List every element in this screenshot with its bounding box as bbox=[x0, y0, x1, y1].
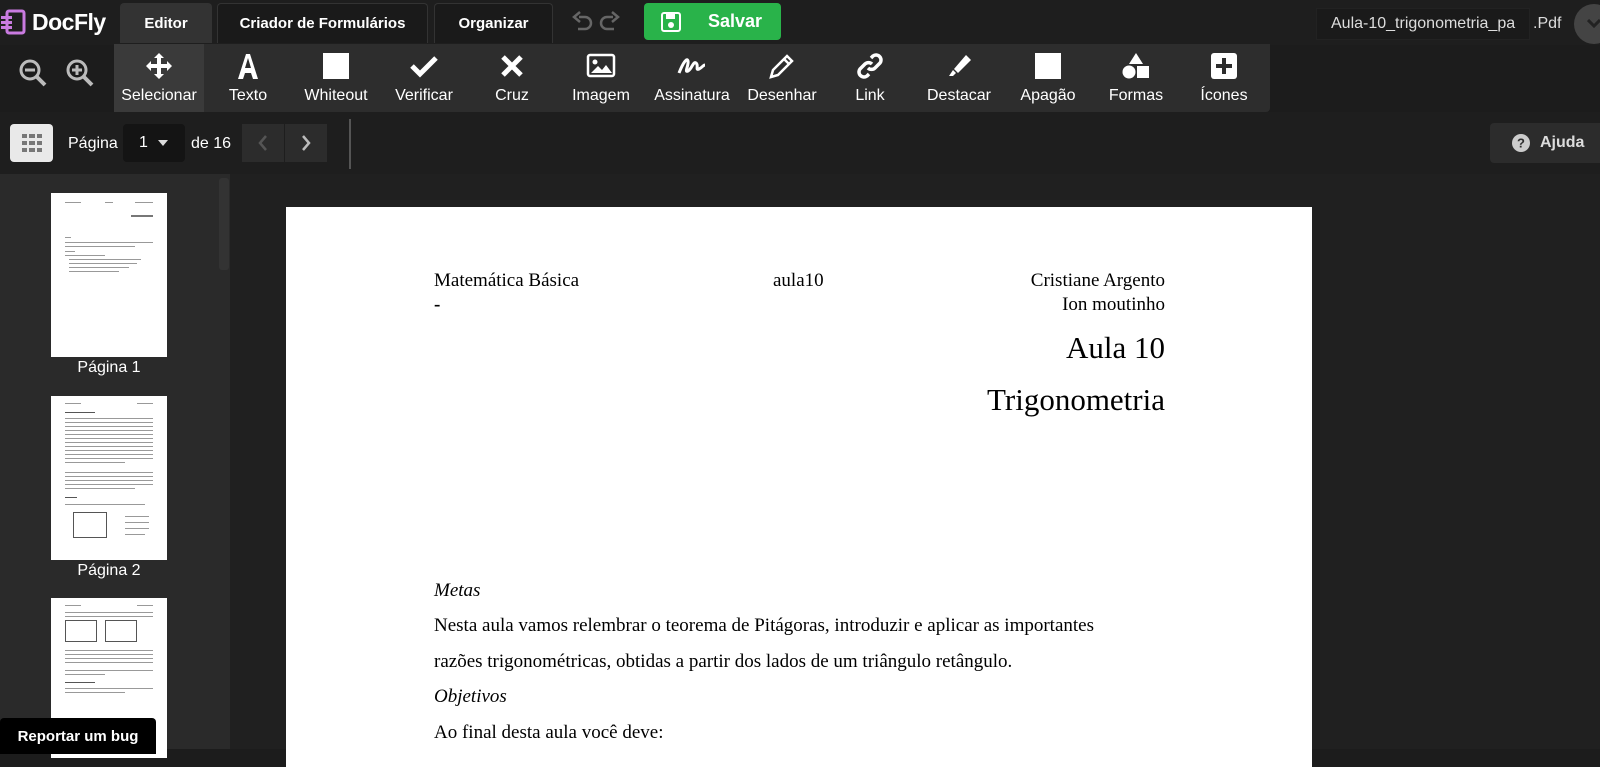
thumbnail-label-2: Página 2 bbox=[77, 562, 141, 579]
move-icon bbox=[146, 53, 172, 79]
help-label: Ajuda bbox=[1540, 134, 1585, 151]
header-center: aula10 bbox=[773, 270, 824, 291]
metas-line-2: razões trigonométricas, obtidas a partir… bbox=[434, 651, 1013, 672]
text-icon bbox=[238, 54, 258, 79]
chevron-left-icon bbox=[258, 135, 267, 151]
tool-highlight[interactable]: Destacar bbox=[914, 44, 1004, 112]
header-left-sub: - bbox=[434, 294, 441, 315]
pencil-icon bbox=[769, 54, 794, 79]
zoom-out-icon[interactable] bbox=[18, 58, 48, 88]
tool-cross[interactable]: Cruz bbox=[468, 44, 556, 112]
tool-check-label: Verificar bbox=[395, 87, 453, 104]
page-label: Página bbox=[68, 135, 118, 152]
zoom-in-icon[interactable] bbox=[65, 58, 95, 88]
page-count: de 16 bbox=[191, 135, 232, 152]
file-extension: .Pdf bbox=[1533, 15, 1562, 32]
tab-organize[interactable]: Organizar bbox=[434, 3, 553, 43]
objetivos-line-1: Ao final desta aula você deve: bbox=[434, 722, 664, 743]
svg-text:?: ? bbox=[1517, 136, 1525, 151]
grid-icon bbox=[21, 134, 42, 152]
tool-draw[interactable]: Desenhar bbox=[738, 44, 826, 112]
image-icon bbox=[586, 53, 616, 78]
tool-icons[interactable]: Ícones bbox=[1180, 44, 1268, 112]
header-right-author-2: Ion moutinho bbox=[1062, 294, 1165, 315]
tool-link[interactable]: Link bbox=[826, 44, 914, 112]
docfly-logo-icon bbox=[1, 9, 26, 35]
chevron-down-icon bbox=[1587, 19, 1600, 29]
prev-page-button[interactable] bbox=[242, 124, 284, 162]
thumbnail-label-1: Página 1 bbox=[77, 359, 141, 376]
tool-cross-label: Cruz bbox=[495, 87, 529, 104]
tool-text-label: Texto bbox=[228, 87, 268, 104]
chevron-right-icon bbox=[302, 135, 311, 151]
link-icon bbox=[857, 53, 883, 79]
tool-image-label: Imagem bbox=[572, 87, 630, 104]
docfly-logo[interactable]: DocFly bbox=[0, 6, 106, 38]
tool-whiteout-label: Whiteout bbox=[304, 87, 368, 104]
question-circle-icon: ? bbox=[1512, 134, 1530, 152]
save-button[interactable]: Salvar bbox=[644, 3, 781, 40]
tool-blackout[interactable]: Apagão bbox=[1004, 44, 1092, 112]
lesson-number: Aula 10 bbox=[1065, 330, 1165, 365]
floppy-disk-icon bbox=[661, 11, 681, 32]
signature-icon bbox=[677, 58, 706, 74]
tool-select[interactable]: Selecionar bbox=[114, 44, 204, 112]
tool-whiteout[interactable]: Whiteout bbox=[292, 44, 380, 112]
whiteout-icon bbox=[323, 53, 349, 79]
tool-signature[interactable]: Assinatura bbox=[646, 44, 738, 112]
tool-draw-label: Desenhar bbox=[747, 87, 817, 104]
tool-highlight-label: Destacar bbox=[926, 87, 992, 104]
lesson-title: Trigonometria bbox=[987, 382, 1165, 417]
header-left: Matemática Básica bbox=[434, 270, 580, 291]
blackout-icon bbox=[1035, 53, 1061, 79]
page-select[interactable]: 1 bbox=[123, 124, 185, 162]
tab-editor[interactable]: Editor bbox=[120, 3, 212, 43]
shapes-icon bbox=[1122, 53, 1149, 79]
tool-image[interactable]: Imagem bbox=[556, 44, 646, 112]
undo-icon[interactable] bbox=[570, 10, 594, 34]
thumbnail-page-1[interactable] bbox=[51, 193, 167, 357]
thumbnail-toggle-button[interactable] bbox=[10, 124, 53, 162]
pdf-page[interactable]: Matemática Básica - aula10 Cristiane Arg… bbox=[286, 207, 1312, 767]
brand-name: DocFly bbox=[32, 8, 106, 35]
help-button[interactable]: ? Ajuda bbox=[1490, 123, 1600, 163]
tool-blackout-label: Apagão bbox=[1020, 87, 1076, 104]
tool-select-label: Selecionar bbox=[121, 87, 197, 104]
thumbnail-page-2[interactable] bbox=[51, 396, 167, 560]
caret-down-icon bbox=[157, 140, 168, 146]
divider bbox=[349, 119, 351, 169]
tool-shapes[interactable]: Formas bbox=[1092, 44, 1180, 112]
tool-icons-label: Ícones bbox=[1200, 87, 1248, 104]
cross-icon bbox=[501, 55, 523, 77]
check-icon bbox=[410, 56, 438, 78]
metas-heading: Metas bbox=[434, 580, 481, 601]
objetivos-heading: Objetivos bbox=[434, 686, 507, 707]
page-select-value: 1 bbox=[139, 134, 148, 151]
tool-text[interactable]: Texto bbox=[204, 44, 292, 112]
tool-check[interactable]: Verificar bbox=[380, 44, 468, 112]
tool-shapes-label: Formas bbox=[1108, 87, 1164, 104]
next-page-button[interactable] bbox=[285, 124, 327, 162]
header-right-author-1: Cristiane Argento bbox=[1030, 270, 1165, 291]
highlighter-icon bbox=[949, 55, 971, 76]
filename-input[interactable]: Aula-10_trigonometria_pa bbox=[1316, 8, 1530, 40]
save-label: Salvar bbox=[708, 11, 763, 31]
redo-icon[interactable] bbox=[598, 10, 622, 34]
pager-bar bbox=[0, 112, 1600, 174]
sidebar-scrollbar[interactable] bbox=[219, 178, 229, 270]
plus-square-icon bbox=[1211, 53, 1237, 79]
tab-form-creator[interactable]: Criador de Formulários bbox=[217, 3, 428, 43]
metas-line-1: Nesta aula vamos relembrar o teorema de … bbox=[434, 615, 1094, 636]
tool-link-label: Link bbox=[855, 87, 885, 104]
tool-signature-label: Assinatura bbox=[654, 87, 730, 104]
